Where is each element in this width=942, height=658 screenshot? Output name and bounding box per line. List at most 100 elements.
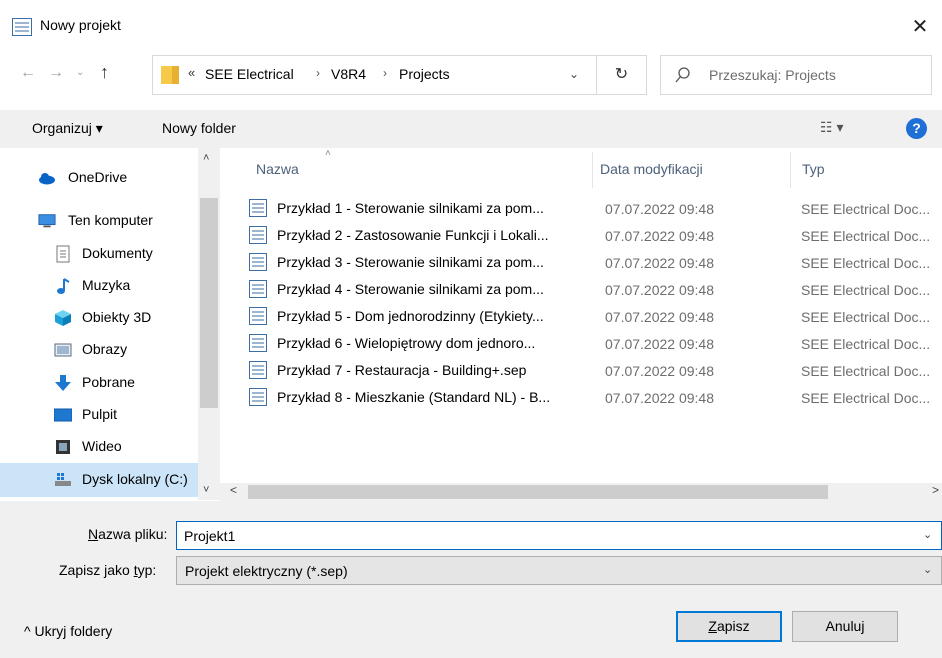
scroll-down-icon[interactable]: ˅ <box>203 484 209 496</box>
column-header-date[interactable]: Data modyfikacji <box>600 161 703 177</box>
search-input[interactable] <box>707 57 927 93</box>
file-name: Przykład 6 - Wielopiętrowy dom jednoro..… <box>277 335 536 351</box>
sidebar-scrollbar[interactable]: ˄ ˅ <box>198 148 220 500</box>
video-icon <box>56 440 70 454</box>
file-date: 07.07.2022 09:48 <box>605 390 714 406</box>
file-type: SEE Electrical Doc... <box>801 390 931 406</box>
help-icon[interactable]: ? <box>906 118 927 139</box>
sep-file-icon <box>249 253 267 271</box>
file-name: Przykład 7 - Restauracja - Building+.sep <box>277 362 527 378</box>
table-row[interactable]: Przykład 3 - Sterowanie silnikami za pom… <box>220 250 942 274</box>
local-disk-icon <box>55 473 71 486</box>
scroll-left-icon[interactable]: < <box>230 483 237 497</box>
pictures-icon <box>54 343 72 357</box>
back-arrow-icon[interactable]: ← <box>20 64 36 82</box>
sidebar-item-local-disk[interactable]: Dysk lokalny (C:) <box>0 464 198 496</box>
music-icon <box>57 278 70 294</box>
filetype-value: Projekt elektryczny (*.sep) <box>185 563 348 579</box>
scrollbar-thumb[interactable] <box>248 485 828 499</box>
close-button[interactable]: ✕ <box>905 12 935 42</box>
hide-folders-button[interactable]: ^ Ukryj foldery <box>24 623 112 639</box>
chevron-down-icon[interactable]: ⌄ <box>923 563 932 576</box>
sidebar-item-pictures[interactable]: Obrazy <box>0 334 198 366</box>
chevron-down-icon[interactable]: ⌄ <box>923 528 932 541</box>
search-box[interactable] <box>660 55 932 95</box>
table-row[interactable]: Przykład 5 - Dom jednorodzinny (Etykiety… <box>220 304 942 328</box>
chevron-down-icon[interactable]: ⌄ <box>569 67 579 81</box>
sidebar-item-onedrive[interactable]: OneDrive <box>0 162 198 194</box>
table-row[interactable]: Przykład 7 - Restauracja - Building+.sep… <box>220 358 942 382</box>
sep-file-icon <box>249 334 267 352</box>
sep-file-icon <box>249 280 267 298</box>
view-options-icon[interactable]: ☷ ▾ <box>820 119 843 136</box>
breadcrumb-projects[interactable]: Projects <box>399 66 450 82</box>
breadcrumb-v8r4[interactable]: V8R4 <box>331 66 366 82</box>
column-header-type[interactable]: Typ <box>802 161 825 177</box>
breadcrumb-separator-icon[interactable]: › <box>316 66 320 80</box>
sidebar-item-desktop[interactable]: Pulpit <box>0 399 198 431</box>
table-row[interactable]: Przykład 2 - Zastosowanie Funkcji i Loka… <box>220 223 942 247</box>
title-bar: Nowy projekt ✕ <box>0 0 942 48</box>
breadcrumb-see-electrical[interactable]: SEE Electrical <box>205 66 294 82</box>
sidebar-item-label: Wideo <box>82 438 122 454</box>
address-bar[interactable]: « SEE Electrical › V8R4 › Projects ⌄ <box>152 55 597 95</box>
table-row[interactable]: Przykład 8 - Mieszkanie (Standard NL) - … <box>220 385 942 409</box>
sep-file-icon <box>249 199 267 217</box>
cancel-button[interactable]: Anuluj <box>792 611 898 642</box>
breadcrumb-separator-icon[interactable]: › <box>383 66 387 80</box>
refresh-button[interactable]: ↻ <box>597 55 647 95</box>
table-row[interactable]: Przykład 1 - Sterowanie silnikami za pom… <box>220 196 942 220</box>
save-key: Z <box>708 618 717 634</box>
filetype-label: Zapisz jako typ: <box>59 562 156 578</box>
documents-icon <box>56 245 70 263</box>
search-icon <box>675 67 690 83</box>
horizontal-scrollbar[interactable]: < > <box>220 483 942 501</box>
sidebar-item-video[interactable]: Wideo <box>0 431 198 463</box>
file-type: SEE Electrical Doc... <box>801 255 931 271</box>
filename-input[interactable] <box>184 524 904 547</box>
scroll-up-icon[interactable]: ˄ <box>203 152 209 164</box>
sidebar-item-3d-objects[interactable]: Obiekty 3D <box>0 302 198 334</box>
file-type: SEE Electrical Doc... <box>801 363 931 379</box>
filename-label-key: N <box>88 526 99 542</box>
command-bar: Organizuj ▾ Nowy folder ☷ ▾ ? <box>0 110 942 148</box>
table-row[interactable]: Przykład 4 - Sterowanie silnikami za pom… <box>220 277 942 301</box>
recent-locations-chevron-icon[interactable]: ⌄ <box>76 67 84 78</box>
filetype-select[interactable]: Projekt elektryczny (*.sep) ⌄ <box>176 556 942 585</box>
file-type: SEE Electrical Doc... <box>801 336 931 352</box>
new-folder-button[interactable]: Nowy folder <box>162 120 236 136</box>
up-arrow-icon[interactable]: ↑ <box>100 62 109 83</box>
filename-combobox[interactable]: ⌄ <box>176 521 942 550</box>
file-name: Przykład 5 - Dom jednorodzinny (Etykiety… <box>277 308 544 324</box>
file-date: 07.07.2022 09:48 <box>605 201 714 217</box>
column-divider[interactable] <box>592 152 593 188</box>
sidebar-item-label: Pobrane <box>82 374 135 390</box>
column-header-name[interactable]: Nazwa <box>256 161 299 177</box>
sidebar-item-documents[interactable]: Dokumenty <box>0 238 198 270</box>
breadcrumb-overflow[interactable]: « <box>188 65 195 80</box>
file-date: 07.07.2022 09:48 <box>605 309 714 325</box>
sidebar-item-downloads[interactable]: Pobrane <box>0 367 198 399</box>
scrollbar-thumb[interactable] <box>200 198 218 408</box>
file-type: SEE Electrical Doc... <box>801 201 931 217</box>
file-type: SEE Electrical Doc... <box>801 309 931 325</box>
scroll-right-icon[interactable]: > <box>932 483 939 497</box>
window-title: Nowy projekt <box>40 17 121 33</box>
forward-arrow-icon[interactable]: → <box>48 64 64 82</box>
sort-ascending-icon: ˄ <box>325 148 331 159</box>
sidebar-item-label: Obiekty 3D <box>82 309 152 325</box>
table-row[interactable]: Przykład 6 - Wielopiętrowy dom jednoro..… <box>220 331 942 355</box>
downloads-icon <box>55 375 71 391</box>
column-divider[interactable] <box>790 152 791 188</box>
sidebar-item-label: Dysk lokalny (C:) <box>82 471 188 487</box>
sidebar-item-label: Ten komputer <box>68 212 153 228</box>
filename-label: Nazwa pliku: <box>88 526 167 542</box>
sidebar-item-label: Obrazy <box>82 341 128 357</box>
sidebar-item-label: Pulpit <box>82 406 118 422</box>
save-button[interactable]: Zapisz <box>676 611 782 642</box>
save-form: Nazwa pliku: ⌄ Zapisz jako typ: Projekt … <box>0 501 942 658</box>
file-date: 07.07.2022 09:48 <box>605 255 714 271</box>
sidebar-item-music[interactable]: Muzyka <box>0 270 198 302</box>
organize-menu-button[interactable]: Organizuj ▾ <box>32 120 103 137</box>
sidebar-item-this-pc[interactable]: Ten komputer <box>0 205 198 237</box>
